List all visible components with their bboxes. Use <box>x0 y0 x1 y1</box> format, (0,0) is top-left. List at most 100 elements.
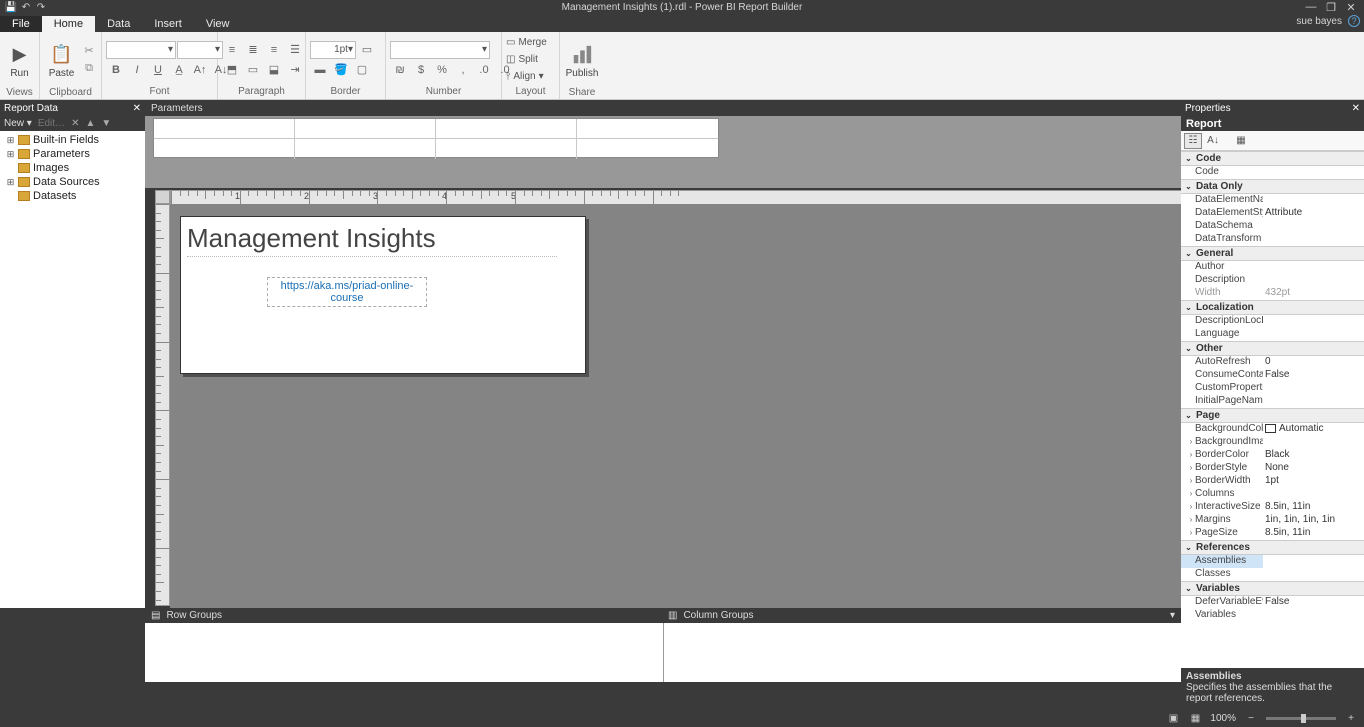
alphabetical-button[interactable]: A↓ <box>1204 133 1222 149</box>
valign-mid-button[interactable]: ▭ <box>243 61 263 79</box>
maximize-button[interactable]: ❐ <box>1324 1 1338 14</box>
prop-row[interactable]: AutoRefresh0 <box>1181 356 1364 369</box>
prop-group[interactable]: ⌄Variables <box>1181 581 1364 596</box>
publish-button[interactable]: Publish <box>564 34 600 86</box>
prop-group[interactable]: ⌄Page <box>1181 408 1364 423</box>
tree-datasets[interactable]: Datasets <box>2 189 143 203</box>
prop-group[interactable]: ⌄Other <box>1181 341 1364 356</box>
col-groups-body[interactable] <box>664 623 1182 682</box>
grow-font-button[interactable]: A↑ <box>190 61 210 79</box>
border-style-button[interactable]: ▭ <box>357 41 377 59</box>
prop-group[interactable]: ⌄Code <box>1181 151 1364 166</box>
border-width-dropdown[interactable]: 1pt▾ <box>310 41 356 59</box>
merge-button[interactable]: ▭Merge <box>506 35 547 51</box>
prop-row[interactable]: ›BorderStyleNone <box>1181 462 1364 475</box>
copy-icon[interactable]: ⧉ <box>81 62 97 76</box>
properties-grid[interactable]: ⌄CodeCode⌄Data OnlyDataElementNamDataEle… <box>1181 151 1364 668</box>
italic-button[interactable]: I <box>127 61 147 79</box>
valign-bot-button[interactable]: ⬓ <box>264 61 284 79</box>
tree-datasources[interactable]: ⊞Data Sources <box>2 175 143 189</box>
prop-row[interactable]: Variables <box>1181 609 1364 622</box>
tab-file[interactable]: File <box>0 16 42 32</box>
prop-group[interactable]: ⌄References <box>1181 540 1364 555</box>
indent-button[interactable]: ⇥ <box>285 61 305 79</box>
split-button[interactable]: ◫Split <box>506 52 547 68</box>
prop-row[interactable]: DataSchema <box>1181 220 1364 233</box>
prop-row[interactable]: Author <box>1181 261 1364 274</box>
tab-insert[interactable]: Insert <box>142 16 194 32</box>
prop-row[interactable]: DataElementNam <box>1181 194 1364 207</box>
prop-row[interactable]: ›InteractiveSize8.5in, 11in <box>1181 501 1364 514</box>
number-format-dropdown[interactable]: ▾ <box>390 41 490 59</box>
tab-home[interactable]: Home <box>42 16 95 32</box>
parameters-grid[interactable] <box>153 118 719 158</box>
tree-parameters[interactable]: ⊞Parameters <box>2 147 143 161</box>
align-center-button[interactable]: ≣ <box>243 41 263 59</box>
close-button[interactable]: ✕ <box>1344 1 1358 14</box>
prop-row[interactable]: DataTransform <box>1181 233 1364 246</box>
font-family-dropdown[interactable]: ▾ <box>106 41 176 59</box>
prop-row[interactable]: Width432pt <box>1181 287 1364 300</box>
minimize-button[interactable]: ― <box>1304 1 1318 14</box>
link-textbox[interactable]: https://aka.ms/priad-online-course <box>267 277 427 307</box>
cut-icon[interactable]: ✂ <box>81 44 97 58</box>
prop-row[interactable]: Description <box>1181 274 1364 287</box>
close-panel-icon[interactable]: ✕ <box>133 103 141 114</box>
close-props-icon[interactable]: ✕ <box>1352 103 1360 114</box>
prop-row[interactable]: ›BackgroundImage <box>1181 436 1364 449</box>
prop-row[interactable]: Language <box>1181 328 1364 341</box>
prop-row[interactable]: ›Columns <box>1181 488 1364 501</box>
valign-top-button[interactable]: ⬒ <box>222 61 242 79</box>
property-pages-button[interactable]: ▦ <box>1232 133 1250 149</box>
status-icon-2[interactable]: ▦ <box>1188 713 1202 724</box>
align-button[interactable]: ⫯Align ▾ <box>506 69 547 85</box>
row-groups-body[interactable] <box>145 623 664 682</box>
align-left-button[interactable]: ≡ <box>222 41 242 59</box>
groups-menu-icon[interactable]: ▾ <box>1170 610 1175 621</box>
border-color-button[interactable]: ▬ <box>310 61 330 79</box>
borders-button[interactable]: ▢ <box>352 61 372 79</box>
tab-view[interactable]: View <box>194 16 242 32</box>
undo-icon[interactable]: ↶ <box>19 0 33 14</box>
paste-button[interactable]: 📋 Paste <box>44 34 79 86</box>
prop-row[interactable]: ›Margins1in, 1in, 1in, 1in <box>1181 514 1364 527</box>
fill-color-button[interactable]: 🪣 <box>331 61 351 79</box>
redo-icon[interactable]: ↷ <box>34 0 48 14</box>
prop-row[interactable]: ›PageSize8.5in, 11in <box>1181 527 1364 540</box>
report-body[interactable]: Management Insights https://aka.ms/priad… <box>180 216 586 374</box>
new-button[interactable]: New ▾ <box>4 118 32 129</box>
help-icon[interactable]: ? <box>1348 15 1360 27</box>
underline-button[interactable]: U <box>148 61 168 79</box>
number-currency-button[interactable]: ₪ <box>390 61 410 79</box>
prop-row[interactable]: DeferVariableEvalFalse <box>1181 596 1364 609</box>
prop-row[interactable]: Code <box>1181 166 1364 179</box>
zoom-slider[interactable] <box>1266 717 1336 720</box>
number-dollar-button[interactable]: $ <box>411 61 431 79</box>
prop-row[interactable]: ›BorderColorBlack <box>1181 449 1364 462</box>
move-up-icon[interactable]: ▲ <box>85 118 95 129</box>
prop-group[interactable]: ⌄Data Only <box>1181 179 1364 194</box>
tree-builtin-fields[interactable]: ⊞Built-in Fields <box>2 133 143 147</box>
prop-row[interactable]: Assemblies <box>1181 555 1364 568</box>
prop-row[interactable]: DescriptionLocID <box>1181 315 1364 328</box>
prop-group[interactable]: ⌄General <box>1181 246 1364 261</box>
user-name[interactable]: sue bayes <box>1296 16 1342 27</box>
zoom-out-button[interactable]: − <box>1244 713 1258 724</box>
prop-row[interactable]: Classes <box>1181 568 1364 581</box>
categorized-button[interactable]: ☷ <box>1184 133 1202 149</box>
number-percent-button[interactable]: % <box>432 61 452 79</box>
bold-button[interactable]: B <box>106 61 126 79</box>
number-comma-button[interactable]: , <box>453 61 473 79</box>
prop-group[interactable]: ⌄Localization <box>1181 300 1364 315</box>
tab-data[interactable]: Data <box>95 16 142 32</box>
design-surface[interactable]: Management Insights https://aka.ms/priad… <box>170 204 1181 608</box>
bullets-button[interactable]: ☰ <box>285 41 305 59</box>
prop-row[interactable]: ›BorderWidth1pt <box>1181 475 1364 488</box>
font-color-button[interactable]: A̲ <box>169 61 189 79</box>
delete-icon[interactable]: ✕ <box>71 118 79 129</box>
title-textbox[interactable]: Management Insights <box>187 223 557 257</box>
zoom-in-button[interactable]: + <box>1344 713 1358 724</box>
prop-row[interactable]: DataElementStyleAttribute <box>1181 207 1364 220</box>
increase-decimal-button[interactable]: .0 <box>474 61 494 79</box>
status-icon-1[interactable]: ▣ <box>1166 713 1180 724</box>
